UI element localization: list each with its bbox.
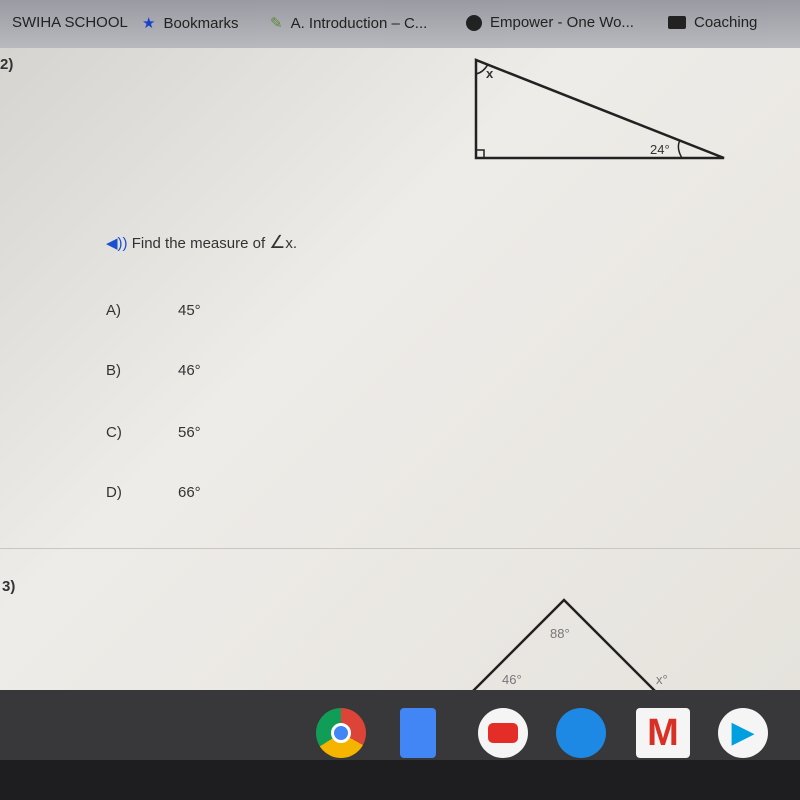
question-prompt: ◀)) Find the measure of ∠x. <box>106 232 298 252</box>
angle-46-label: 46° <box>502 672 522 687</box>
angle-24-label: 24° <box>650 142 670 157</box>
messages-icon[interactable] <box>556 708 606 758</box>
gmail-icon[interactable]: M <box>636 708 690 758</box>
bookmark-introduction[interactable]: ✎ A. Introduction – C... <box>270 14 427 33</box>
bookmark-favicon: ✎ <box>270 15 283 32</box>
angle-x-label-3: x° <box>656 672 668 687</box>
star-icon: ★ <box>142 15 156 32</box>
quiz-page: 2) x 24° ◀)) Find the measure of ∠x. A) 4… <box>0 48 800 694</box>
folder-icon <box>668 16 686 29</box>
bookmark-coaching[interactable]: Coaching <box>668 14 757 31</box>
bookmarks-bar: SWIHA SCHOOL ★ Bookmarks ✎ A. Introduction… <box>0 0 800 48</box>
chrome-icon[interactable] <box>316 708 366 758</box>
question-number-3: 3) <box>2 578 16 595</box>
globe-icon <box>466 14 482 31</box>
docs-icon[interactable] <box>400 708 436 758</box>
triangle-figure-3 <box>468 598 710 694</box>
play-store-icon[interactable]: ▶ <box>718 708 768 758</box>
bookmark-empower[interactable]: Empower - One Wo... <box>466 14 634 31</box>
angle-x-label: x <box>486 66 494 81</box>
screen-bezel <box>0 760 800 800</box>
divider <box>0 548 800 549</box>
angle-88-label: 88° <box>550 626 570 641</box>
bookmark-bookmarks[interactable]: ★ Bookmarks <box>142 14 238 33</box>
question-number: 2) <box>0 56 14 73</box>
angle-icon: ∠ <box>269 232 286 252</box>
bookmark-swiha[interactable]: SWIHA SCHOOL <box>12 14 128 31</box>
right-triangle-figure <box>474 58 725 160</box>
youtube-icon[interactable] <box>478 708 528 758</box>
speaker-icon[interactable]: ◀)) <box>106 235 128 252</box>
